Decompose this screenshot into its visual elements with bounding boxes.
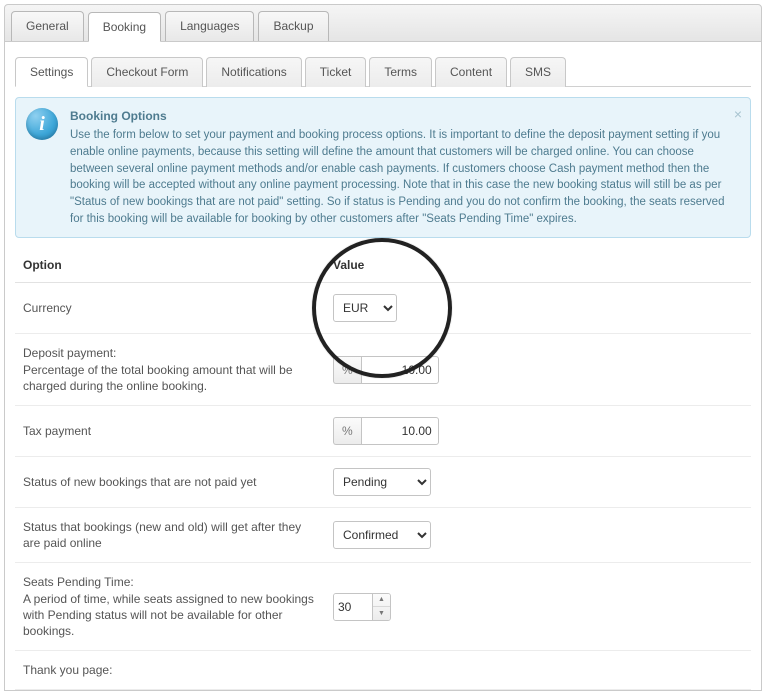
status-unpaid-select[interactable]: Pending bbox=[333, 468, 431, 496]
options-table: Option Value Currency EUR Deposit paymen… bbox=[15, 248, 751, 690]
info-title: Booking Options bbox=[70, 108, 728, 125]
deposit-label: Deposit payment: Percentage of the total… bbox=[15, 334, 325, 406]
primary-tabs: General Booking Languages Backup bbox=[4, 4, 762, 42]
tax-input[interactable] bbox=[361, 417, 439, 445]
tab-notifications[interactable]: Notifications bbox=[206, 57, 301, 87]
chevron-down-icon[interactable]: ▼ bbox=[373, 607, 390, 620]
percent-addon: % bbox=[333, 356, 361, 384]
tab-ticket[interactable]: Ticket bbox=[305, 57, 367, 87]
info-body: Use the form below to set your payment a… bbox=[70, 129, 724, 224]
tab-checkout-form[interactable]: Checkout Form bbox=[91, 57, 203, 87]
header-value: Value bbox=[325, 248, 751, 283]
tab-backup[interactable]: Backup bbox=[258, 11, 328, 41]
table-row: Tax payment % bbox=[15, 405, 751, 456]
booking-panel: Settings Checkout Form Notifications Tic… bbox=[4, 42, 762, 691]
status-paid-select[interactable]: Confirmed bbox=[333, 521, 431, 549]
thankyou-label: Thank you page: bbox=[15, 651, 325, 690]
tax-label: Tax payment bbox=[15, 405, 325, 456]
tab-settings[interactable]: Settings bbox=[15, 57, 88, 87]
info-box: i Booking Options Use the form below to … bbox=[15, 97, 751, 238]
table-row: Currency EUR bbox=[15, 283, 751, 334]
chevron-up-icon[interactable]: ▲ bbox=[373, 594, 390, 608]
tab-sms[interactable]: SMS bbox=[510, 57, 566, 87]
pending-time-spinner[interactable]: ▲ ▼ bbox=[333, 593, 391, 621]
secondary-tabs: Settings Checkout Form Notifications Tic… bbox=[15, 56, 751, 87]
tab-content[interactable]: Content bbox=[435, 57, 507, 87]
currency-select[interactable]: EUR bbox=[333, 294, 397, 322]
tab-general[interactable]: General bbox=[11, 11, 84, 41]
status-unpaid-label: Status of new bookings that are not paid… bbox=[15, 456, 325, 507]
deposit-input[interactable] bbox=[361, 356, 439, 384]
currency-label: Currency bbox=[15, 283, 325, 334]
table-row: Thank you page: bbox=[15, 651, 751, 690]
page-root: General Booking Languages Backup Setting… bbox=[0, 4, 766, 691]
tab-languages[interactable]: Languages bbox=[165, 11, 254, 41]
table-row: Status of new bookings that are not paid… bbox=[15, 456, 751, 507]
pending-time-input[interactable] bbox=[334, 594, 372, 620]
percent-addon: % bbox=[333, 417, 361, 445]
info-text: Booking Options Use the form below to se… bbox=[70, 108, 728, 227]
table-row: Status that bookings (new and old) will … bbox=[15, 507, 751, 562]
close-icon[interactable]: × bbox=[734, 104, 742, 124]
info-icon: i bbox=[26, 108, 58, 140]
tab-booking[interactable]: Booking bbox=[88, 12, 161, 42]
status-paid-label: Status that bookings (new and old) will … bbox=[15, 507, 325, 562]
table-row: Deposit payment: Percentage of the total… bbox=[15, 334, 751, 406]
tab-terms[interactable]: Terms bbox=[369, 57, 432, 87]
pending-time-label: Seats Pending Time: A period of time, wh… bbox=[15, 563, 325, 651]
header-option: Option bbox=[15, 248, 325, 283]
table-row: Seats Pending Time: A period of time, wh… bbox=[15, 563, 751, 651]
